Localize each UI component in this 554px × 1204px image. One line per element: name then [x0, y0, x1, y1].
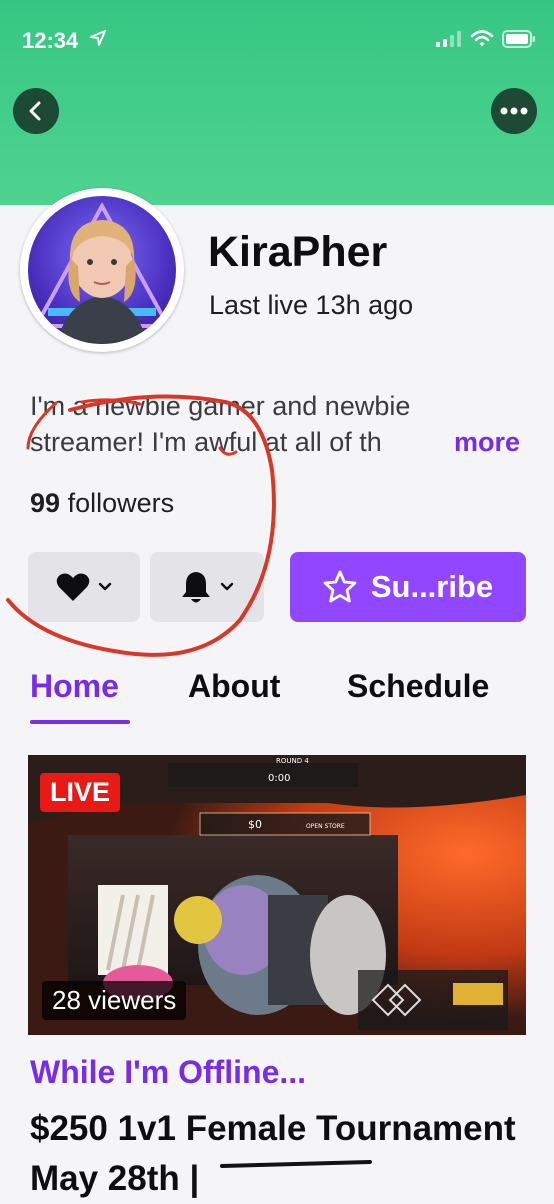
chevron-down-icon	[220, 582, 234, 591]
stream-thumbnail[interactable]: ROUND 4 0:00 $0 OPEN STORE LIVE 28 viewe…	[28, 755, 526, 1035]
back-button[interactable]	[13, 88, 59, 134]
hud-timer: 0:00	[268, 773, 290, 784]
bio-line: streamer! I'm awful at all of th	[30, 427, 382, 457]
chevron-left-icon	[29, 101, 41, 121]
status-time: 12:34	[22, 28, 79, 53]
hud-round: ROUND 4	[276, 757, 309, 765]
status-bar: 12:34	[0, 0, 554, 60]
followers-label: followers	[67, 488, 175, 518]
more-options-button[interactable]	[491, 88, 537, 134]
status-icons	[436, 30, 536, 48]
live-badge: LIVE	[40, 773, 121, 812]
heart-icon	[56, 573, 90, 601]
follow-button[interactable]	[28, 552, 140, 622]
stream-title[interactable]: $250 1v1 Female Tournament May 28th |	[30, 1104, 550, 1204]
hud-money: $0	[248, 818, 262, 831]
stream-category[interactable]: While I'm Offline...	[30, 1054, 306, 1091]
channel-bio: I'm a newbie gamer and newbie streamer! …	[30, 388, 530, 460]
followers-count: 99 followers	[30, 488, 174, 519]
avatar[interactable]	[20, 188, 184, 352]
bell-icon	[182, 572, 210, 603]
last-live-text: Last live 13h ago	[209, 290, 414, 320]
channel-name: KiraPher	[208, 228, 388, 276]
hud-store: OPEN STORE	[306, 823, 345, 830]
signal-icon	[436, 31, 461, 47]
followers-number: 99	[30, 488, 61, 518]
notifications-button[interactable]	[150, 552, 264, 622]
wifi-icon	[470, 30, 494, 47]
subscribe-button[interactable]: Su...ribe	[290, 552, 526, 622]
active-tab-indicator	[30, 720, 130, 724]
avatar-image	[28, 196, 176, 344]
battery-icon	[502, 30, 535, 48]
star-icon	[323, 570, 357, 603]
tab-schedule[interactable]: Schedule	[347, 668, 489, 705]
ellipsis-icon	[500, 107, 528, 115]
tab-about[interactable]: About	[188, 668, 280, 705]
bio-line: I'm a newbie gamer and newbie	[30, 391, 411, 421]
tab-home[interactable]: Home	[30, 668, 119, 705]
channel-tabs: Home About Schedule	[0, 668, 554, 728]
chevron-down-icon	[98, 582, 112, 591]
bio-more-link[interactable]: more	[454, 424, 520, 460]
location-arrow-icon	[90, 30, 106, 46]
viewer-count: 28 viewers	[42, 981, 187, 1020]
subscribe-label: Su...ribe	[370, 569, 494, 604]
